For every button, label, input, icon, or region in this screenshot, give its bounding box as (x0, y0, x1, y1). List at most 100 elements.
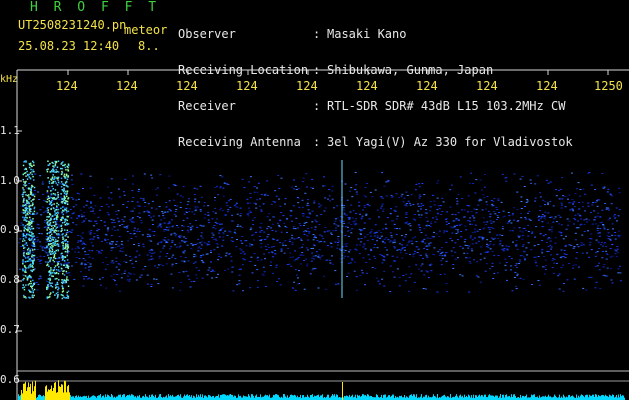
level-bar (39, 394, 40, 400)
noise-speck (42, 193, 45, 195)
noise-speck (402, 275, 405, 276)
noise-speck (213, 225, 216, 226)
noise-speck (333, 223, 336, 225)
noise-speck (512, 219, 515, 221)
echo-pixel (62, 164, 64, 167)
level-bar (602, 394, 603, 400)
noise-speck (118, 269, 121, 271)
noise-speck (544, 269, 547, 271)
level-bar (571, 395, 572, 400)
echo-pixel (29, 162, 32, 165)
level-bar (351, 395, 352, 400)
noise-speck (201, 237, 204, 239)
echo-pixel (63, 184, 65, 186)
brand-title: H R O F F T (30, 0, 161, 15)
level-bar (217, 396, 218, 400)
noise-speck (400, 235, 403, 237)
noise-speck (118, 290, 121, 292)
noise-speck (399, 250, 402, 252)
noise-speck (519, 230, 522, 232)
noise-speck (514, 265, 517, 267)
level-bar (590, 395, 591, 400)
echo-pixel (61, 297, 64, 300)
noise-speck (309, 213, 312, 215)
level-bar (28, 382, 29, 400)
level-bar (45, 386, 46, 400)
echo-pixel (26, 217, 28, 219)
noise-speck (353, 222, 356, 224)
level-bar (166, 395, 167, 400)
noise-speck (334, 220, 337, 222)
noise-speck (525, 230, 527, 231)
noise-speck (250, 211, 252, 213)
noise-speck (469, 235, 472, 237)
level-bar (122, 395, 123, 400)
noise-speck (361, 229, 364, 231)
noise-speck (33, 189, 36, 191)
noise-speck (439, 253, 442, 255)
level-bar (155, 394, 156, 400)
noise-speck (111, 228, 114, 230)
noise-speck (279, 242, 281, 244)
noise-speck (330, 234, 333, 235)
echo-pixel (22, 279, 24, 281)
noise-speck (521, 234, 524, 236)
noise-speck (500, 201, 503, 203)
noise-speck (408, 290, 411, 292)
noise-speck (257, 259, 260, 261)
noise-speck (474, 228, 476, 230)
noise-speck (172, 184, 175, 186)
noise-speck (317, 256, 320, 258)
noise-speck (119, 264, 122, 266)
noise-speck (39, 263, 42, 264)
noise-speck (274, 190, 277, 192)
noise-speck (221, 227, 224, 229)
noise-speck (425, 209, 428, 211)
noise-speck (492, 238, 495, 240)
noise-speck (360, 217, 363, 219)
noise-speck (610, 203, 613, 205)
noise-speck (155, 278, 158, 280)
noise-speck (163, 245, 166, 247)
noise-speck (182, 252, 185, 254)
echo-pixel (66, 195, 68, 198)
echo-pixel (62, 270, 64, 273)
noise-speck (151, 231, 154, 233)
level-bar (41, 396, 42, 400)
noise-speck (343, 209, 346, 211)
noise-speck (581, 234, 584, 236)
noise-speck (88, 207, 91, 209)
noise-speck (123, 272, 126, 274)
level-bar (213, 395, 214, 400)
noise-speck (314, 235, 317, 237)
noise-speck (310, 248, 313, 249)
noise-speck (460, 223, 463, 225)
noise-speck (436, 291, 439, 293)
echo-pixel (27, 257, 29, 259)
noise-speck (356, 193, 359, 195)
echo-pixel (46, 207, 49, 210)
noise-speck (574, 214, 577, 216)
noise-speck (296, 274, 299, 276)
level-bar (566, 396, 567, 400)
noise-speck (162, 212, 165, 214)
level-bar (256, 394, 257, 400)
echo-pixel (48, 265, 50, 268)
noise-speck (349, 262, 352, 264)
noise-speck (214, 228, 217, 230)
noise-speck (298, 247, 301, 249)
noise-speck (117, 188, 120, 190)
noise-speck (576, 252, 579, 253)
echo-pixel (31, 225, 33, 228)
noise-speck (171, 265, 174, 267)
level-bar (266, 395, 267, 400)
noise-speck (452, 247, 455, 249)
echo-pixel (46, 296, 48, 298)
level-bar (515, 396, 516, 400)
level-bar (384, 394, 385, 400)
noise-speck (138, 188, 140, 190)
level-bar (622, 395, 623, 400)
level-bar (406, 396, 407, 400)
noise-speck (174, 211, 177, 212)
noise-speck (243, 259, 246, 261)
